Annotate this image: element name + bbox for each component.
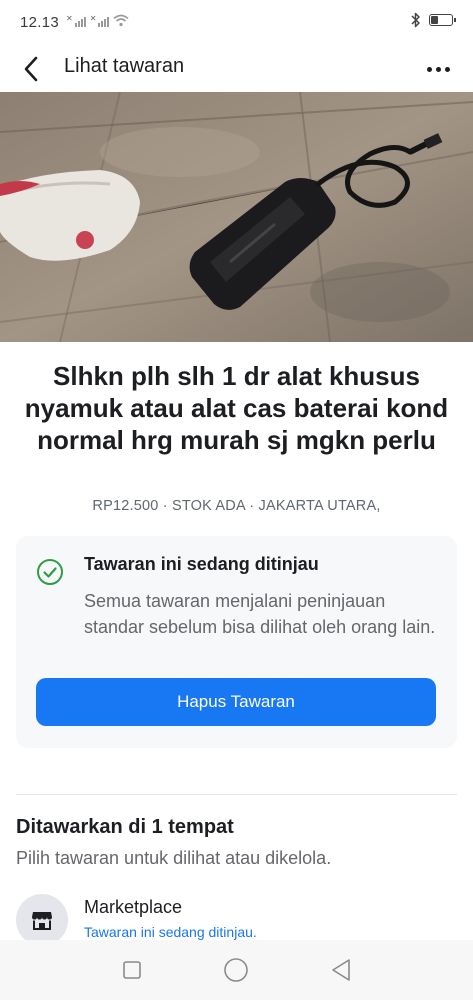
more-options-button[interactable] [421, 52, 455, 86]
system-back-button[interactable] [321, 950, 361, 990]
status-time: 12.13 [20, 14, 60, 31]
more-dot [444, 66, 450, 72]
status-bar: 12.13 ✕ ✕ [0, 0, 473, 44]
listing-meta: RP12.500 · STOK ADA · JAKARTA UTARA, [92, 498, 381, 514]
back-button[interactable] [14, 52, 48, 86]
review-card-description: Semua tawaran menjalani peninjauan stand… [84, 591, 436, 637]
section-divider [16, 794, 457, 795]
status-right-icons [411, 12, 456, 28]
system-navigation-bar [0, 940, 473, 1000]
recent-apps-icon [123, 961, 141, 979]
offered-section-subtitle: Pilih tawaran untuk dilihat atau dikelol… [16, 848, 332, 868]
signal-1-icon: ✕ [66, 15, 86, 27]
recent-apps-button[interactable] [112, 950, 152, 990]
chevron-left-icon [24, 56, 38, 82]
offered-section-title: Ditawarkan di 1 tempat [16, 816, 234, 838]
more-horizontal-icon [426, 66, 432, 72]
battery-icon [429, 14, 456, 26]
review-status-card: Tawaran ini sedang ditinjau Semua tawara… [16, 536, 457, 748]
home-icon [224, 958, 249, 982]
delete-offer-button[interactable]: Hapus Tawaran [36, 678, 436, 726]
review-card-title: Tawaran ini sedang ditinjau [84, 554, 319, 574]
battery-fill [431, 16, 438, 24]
wifi-icon [113, 14, 129, 27]
storefront-icon [16, 894, 68, 946]
marketplace-status: Tawaran ini sedang ditinjau. [84, 924, 257, 940]
bluetooth-icon [411, 12, 420, 28]
marketplace-list-item[interactable]: Marketplace Tawaran ini sedang ditinjau. [16, 890, 457, 946]
page-title: Lihat tawaran [64, 55, 185, 77]
home-button[interactable] [216, 950, 256, 990]
listing-photo [0, 92, 473, 342]
more-dot [435, 66, 441, 72]
check-circle-icon [37, 559, 63, 585]
marketplace-name: Marketplace [84, 897, 183, 917]
status-left-icons: ✕ ✕ [66, 14, 129, 27]
top-app-bar: Lihat tawaran [0, 44, 473, 92]
listing-title: Slhkn plh slh 1 dr alat khusus nyamuk at… [24, 361, 449, 455]
signal-2-icon: ✕ [90, 15, 110, 27]
back-triangle-icon [332, 959, 350, 981]
listing-photo-carousel[interactable] [0, 92, 473, 342]
